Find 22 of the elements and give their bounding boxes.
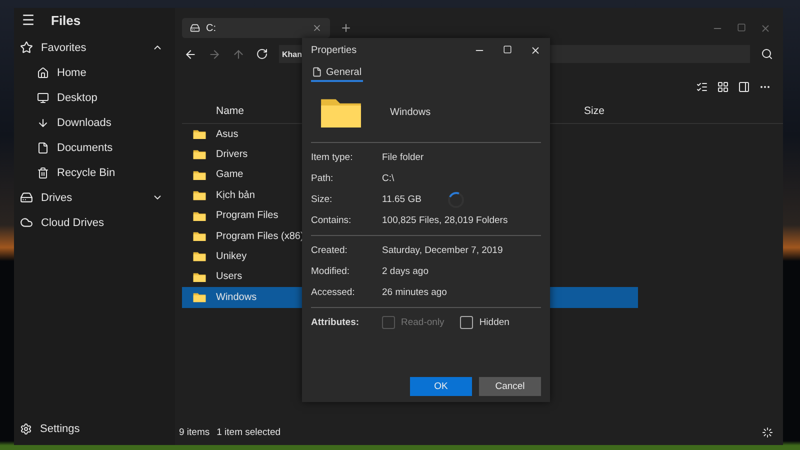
- item-name: Windows: [390, 106, 431, 118]
- property-value: 2 days ago: [382, 266, 428, 277]
- property-value: 11.65 GB: [382, 194, 422, 205]
- selection-count: 1 item selected: [216, 426, 281, 438]
- app-title: Files: [51, 12, 81, 28]
- property-value: File folder: [382, 152, 424, 163]
- property-label: Item type:: [311, 152, 354, 163]
- property-label: Created:: [311, 245, 348, 256]
- property-label: Modified:: [311, 266, 351, 277]
- checkbox-label: Hidden: [479, 317, 510, 328]
- property-label: Size:: [311, 194, 334, 205]
- item-count: 9 items: [179, 426, 210, 438]
- property-value: 26 minutes ago: [382, 287, 447, 298]
- property-value: Saturday, December 7, 2019: [382, 245, 503, 256]
- property-label: Accessed:: [311, 287, 356, 298]
- property-label: Attributes:: [311, 317, 360, 328]
- property-label: Path:: [311, 173, 334, 184]
- checkbox-label: Read-only: [401, 317, 444, 328]
- property-value: C:\: [382, 173, 394, 184]
- property-label: Contains:: [311, 215, 352, 226]
- dialog-title: Properties: [311, 44, 357, 56]
- property-value: 100,825 Files, 28,019 Folders: [382, 215, 508, 226]
